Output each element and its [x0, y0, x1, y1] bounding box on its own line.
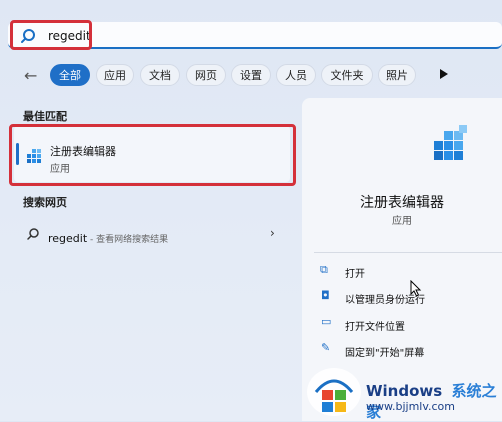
filter-documents[interactable]: 文档 — [140, 64, 180, 86]
folder-icon: ▭ — [321, 315, 332, 328]
web-search-query: regedit — [48, 232, 88, 245]
filter-photos[interactable]: 照片 — [378, 64, 416, 86]
filter-settings[interactable]: 设置 — [231, 64, 271, 86]
action-pin-start-label: 固定到"开始"屏幕 — [345, 348, 425, 359]
filter-web[interactable]: 网页 — [186, 64, 226, 86]
best-match-highlight-box — [9, 124, 296, 186]
watermark-brand-text: Windows — [366, 382, 443, 400]
detail-title: 注册表编辑器 — [360, 195, 444, 211]
best-match-heading: 最佳匹配 — [23, 110, 67, 123]
open-external-icon: ⧉ — [320, 263, 328, 276]
search-icon — [27, 228, 39, 240]
filter-apps[interactable]: 应用 — [96, 64, 134, 86]
watermark-url: www.bjjmlv.com — [366, 400, 455, 413]
filter-people[interactable]: 人员 — [276, 64, 316, 86]
web-search-suffix: - 查看网络搜索结果 — [87, 235, 169, 245]
watermark-logo-icon — [307, 368, 361, 416]
pin-icon: ✎ — [321, 341, 331, 354]
shield-admin-icon: ◘ — [321, 289, 330, 302]
action-open-location-label: 打开文件位置 — [345, 322, 405, 333]
detail-divider — [314, 252, 502, 253]
mouse-cursor-icon — [410, 280, 422, 297]
action-open[interactable] — [314, 261, 502, 281]
web-search-heading: 搜索网页 — [23, 196, 67, 209]
filter-all[interactable]: 全部 — [50, 64, 90, 86]
action-open-location[interactable] — [314, 313, 502, 333]
chevron-right-icon[interactable]: › — [270, 226, 275, 240]
filter-folders[interactable]: 文件夹 — [321, 64, 373, 86]
action-open-label: 打开 — [345, 269, 365, 280]
detail-subtitle: 应用 — [392, 216, 412, 227]
back-arrow-icon[interactable]: ← — [24, 66, 37, 85]
search-highlight-box — [10, 20, 92, 50]
web-search-text: regedit - 查看网络搜索结果 — [48, 227, 168, 246]
registry-editor-large-icon — [434, 125, 467, 160]
more-filters-icon[interactable] — [440, 69, 448, 79]
